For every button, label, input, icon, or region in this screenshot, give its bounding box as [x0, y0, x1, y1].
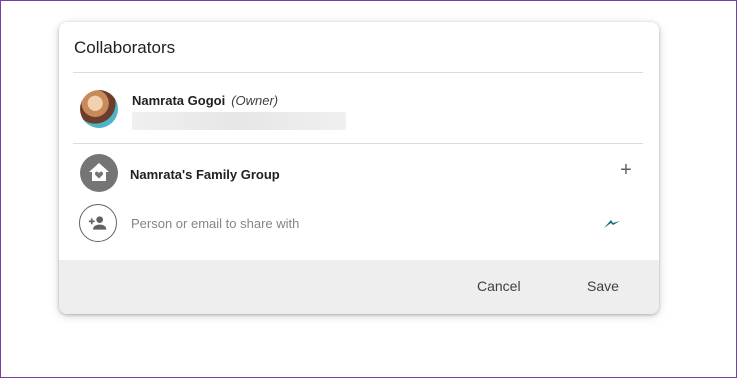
owner-role: (Owner): [231, 93, 279, 108]
family-group-home-icon: [80, 154, 118, 192]
owner-row: Namrata Gogoi (Owner): [59, 82, 659, 146]
group-row[interactable]: Namrata's Family Group +: [59, 152, 659, 196]
dialog-title: Collaborators: [74, 38, 176, 57]
share-row: [59, 202, 659, 246]
add-group-plus-icon[interactable]: +: [618, 160, 634, 180]
save-button[interactable]: Save: [579, 274, 627, 298]
collaborators-dialog: Collaborators Namrata Gogoi (Owner) Namra…: [59, 22, 659, 314]
owner-email-redacted: [132, 112, 346, 130]
group-name: Namrata's Family Group: [130, 167, 280, 182]
owner-name: Namrata Gogoi: [132, 93, 226, 108]
avatar: [80, 90, 118, 128]
dialog-footer: Cancel Save: [59, 260, 659, 314]
divider-middle: [73, 143, 643, 144]
owner-name-line: Namrata Gogoi (Owner): [132, 93, 278, 108]
mouse-cursor-icon: [604, 220, 620, 228]
add-person-icon: [79, 204, 117, 242]
cancel-button[interactable]: Cancel: [469, 274, 529, 298]
share-email-input[interactable]: [131, 214, 551, 232]
divider-top: [73, 72, 643, 73]
